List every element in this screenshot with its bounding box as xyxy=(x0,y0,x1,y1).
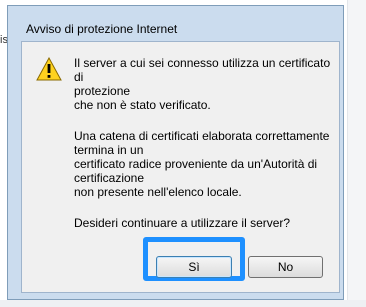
message-line: non presente nell'elenco locale. xyxy=(74,185,242,199)
message-paragraph-2: Una catena di certificati elaborata corr… xyxy=(74,129,336,199)
warning-icon xyxy=(36,57,62,81)
message-line: termina in un xyxy=(74,143,144,157)
yes-button[interactable]: Sì xyxy=(156,256,232,278)
message-question: Desideri continuare a utilizzare il serv… xyxy=(74,216,336,230)
message-line: Una catena di certificati elaborata corr… xyxy=(74,129,330,143)
background-bottom-edge xyxy=(0,300,366,307)
message-text: Il server a cui sei connesso utilizza un… xyxy=(74,56,336,230)
question-line: Desideri continuare a utilizzare il serv… xyxy=(74,216,291,230)
message-line: certificazione xyxy=(74,171,145,185)
no-button[interactable]: No xyxy=(248,256,323,278)
message-paragraph-1: Il server a cui sei connesso utilizza un… xyxy=(74,56,336,112)
message-line: protezione xyxy=(74,84,131,98)
background-window-edge xyxy=(347,0,366,307)
dialog-title: Avviso di protezione Internet xyxy=(26,22,178,36)
message-line: certificato radice proveniente da un'Aut… xyxy=(74,157,318,171)
message-line: Il server a cui sei connesso utilizza un… xyxy=(74,56,331,84)
message-line: che non è stato verificato. xyxy=(74,98,211,112)
